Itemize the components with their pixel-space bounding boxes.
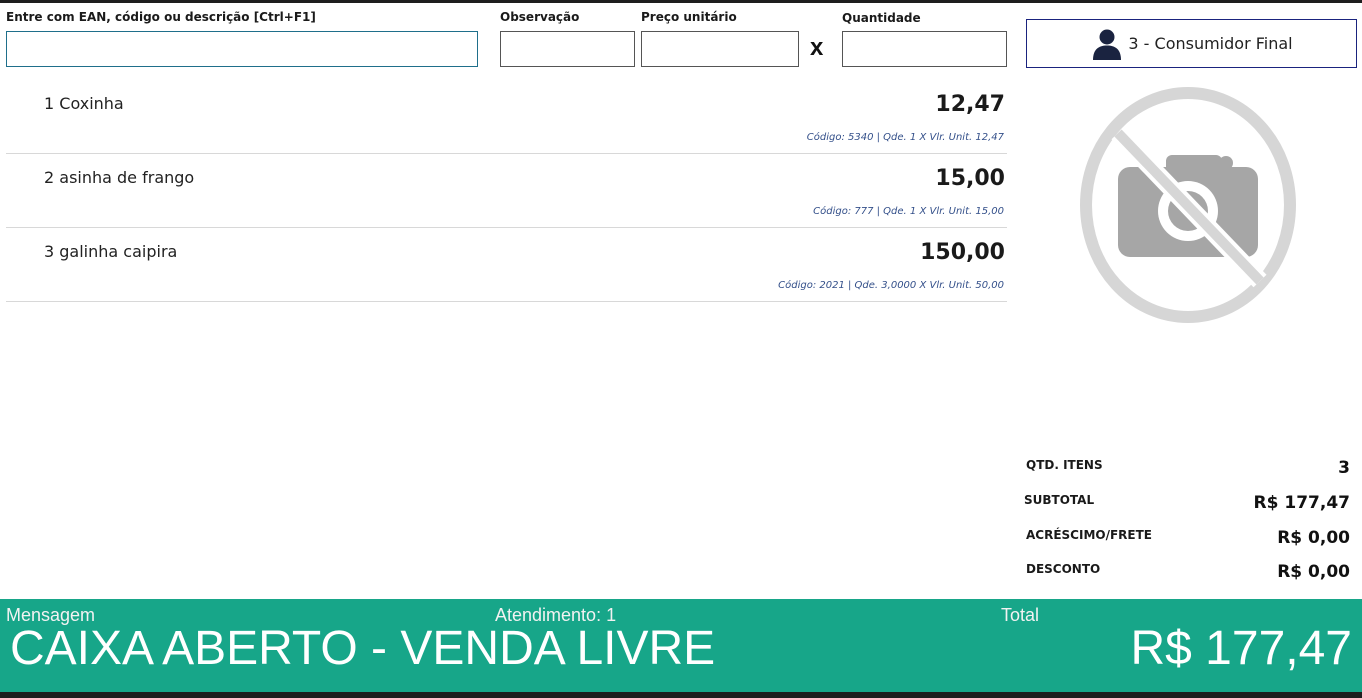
surcharge-label: ACRÉSCIMO/FRETE bbox=[1026, 528, 1152, 542]
item-total: 150,00 bbox=[920, 240, 1005, 265]
user-icon bbox=[1090, 27, 1124, 61]
item-total: 15,00 bbox=[935, 166, 1005, 191]
status-footer: Mensagem Atendimento: 1 Total CAIXA ABER… bbox=[0, 599, 1362, 692]
discount-label: DESCONTO bbox=[1026, 562, 1101, 576]
no-camera-icon bbox=[1080, 87, 1296, 323]
bottom-border bbox=[0, 692, 1362, 698]
qty-items-label: QTD. ITENS bbox=[1026, 458, 1103, 472]
surcharge-value: R$ 0,00 bbox=[1277, 528, 1350, 548]
observation-input[interactable] bbox=[500, 31, 635, 67]
observation-label: Observação bbox=[500, 10, 580, 24]
item-name: 2 asinha de frango bbox=[44, 168, 195, 187]
unit-price-label: Preço unitário bbox=[641, 10, 737, 24]
item-detail: Código: 777 | Qde. 1 X Vlr. Unit. 15,00 bbox=[813, 206, 1004, 217]
item-name: 1 Coxinha bbox=[44, 94, 124, 113]
item-total: 12,47 bbox=[935, 92, 1005, 117]
search-label: Entre com EAN, código ou descrição [Ctrl… bbox=[6, 10, 316, 24]
list-item[interactable]: 2 asinha de frango 15,00 Código: 777 | Q… bbox=[6, 154, 1007, 228]
unit-price-input[interactable] bbox=[641, 31, 799, 67]
quantity-input[interactable] bbox=[842, 31, 1007, 67]
list-item[interactable]: 3 galinha caipira 150,00 Código: 2021 | … bbox=[6, 228, 1007, 302]
qty-items-value: 3 bbox=[1338, 458, 1350, 478]
subtotal-value: R$ 177,47 bbox=[1253, 493, 1350, 513]
customer-label: 3 - Consumidor Final bbox=[1128, 34, 1293, 53]
total-value: R$ 177,47 bbox=[1130, 622, 1352, 675]
item-detail: Código: 5340 | Qde. 1 X Vlr. Unit. 12,47 bbox=[806, 132, 1004, 143]
product-image bbox=[1078, 85, 1298, 327]
list-item[interactable]: 1 Coxinha 12,47 Código: 5340 | Qde. 1 X … bbox=[6, 80, 1007, 154]
discount-value: R$ 0,00 bbox=[1277, 562, 1350, 582]
item-detail: Código: 2021 | Qde. 3,0000 X Vlr. Unit. … bbox=[778, 280, 1004, 291]
subtotal-label: SUBTOTAL bbox=[1024, 493, 1095, 507]
quantity-label: Quantidade bbox=[842, 11, 921, 25]
status-message: CAIXA ABERTO - VENDA LIVRE bbox=[10, 622, 716, 675]
item-name: 3 galinha caipira bbox=[44, 242, 178, 261]
top-border bbox=[0, 0, 1362, 3]
customer-button[interactable]: 3 - Consumidor Final bbox=[1026, 19, 1357, 68]
item-list: 1 Coxinha 12,47 Código: 5340 | Qde. 1 X … bbox=[6, 80, 1007, 302]
multiply-symbol: x bbox=[810, 34, 824, 61]
search-input[interactable] bbox=[6, 31, 478, 67]
total-label: Total bbox=[1001, 605, 1040, 625]
